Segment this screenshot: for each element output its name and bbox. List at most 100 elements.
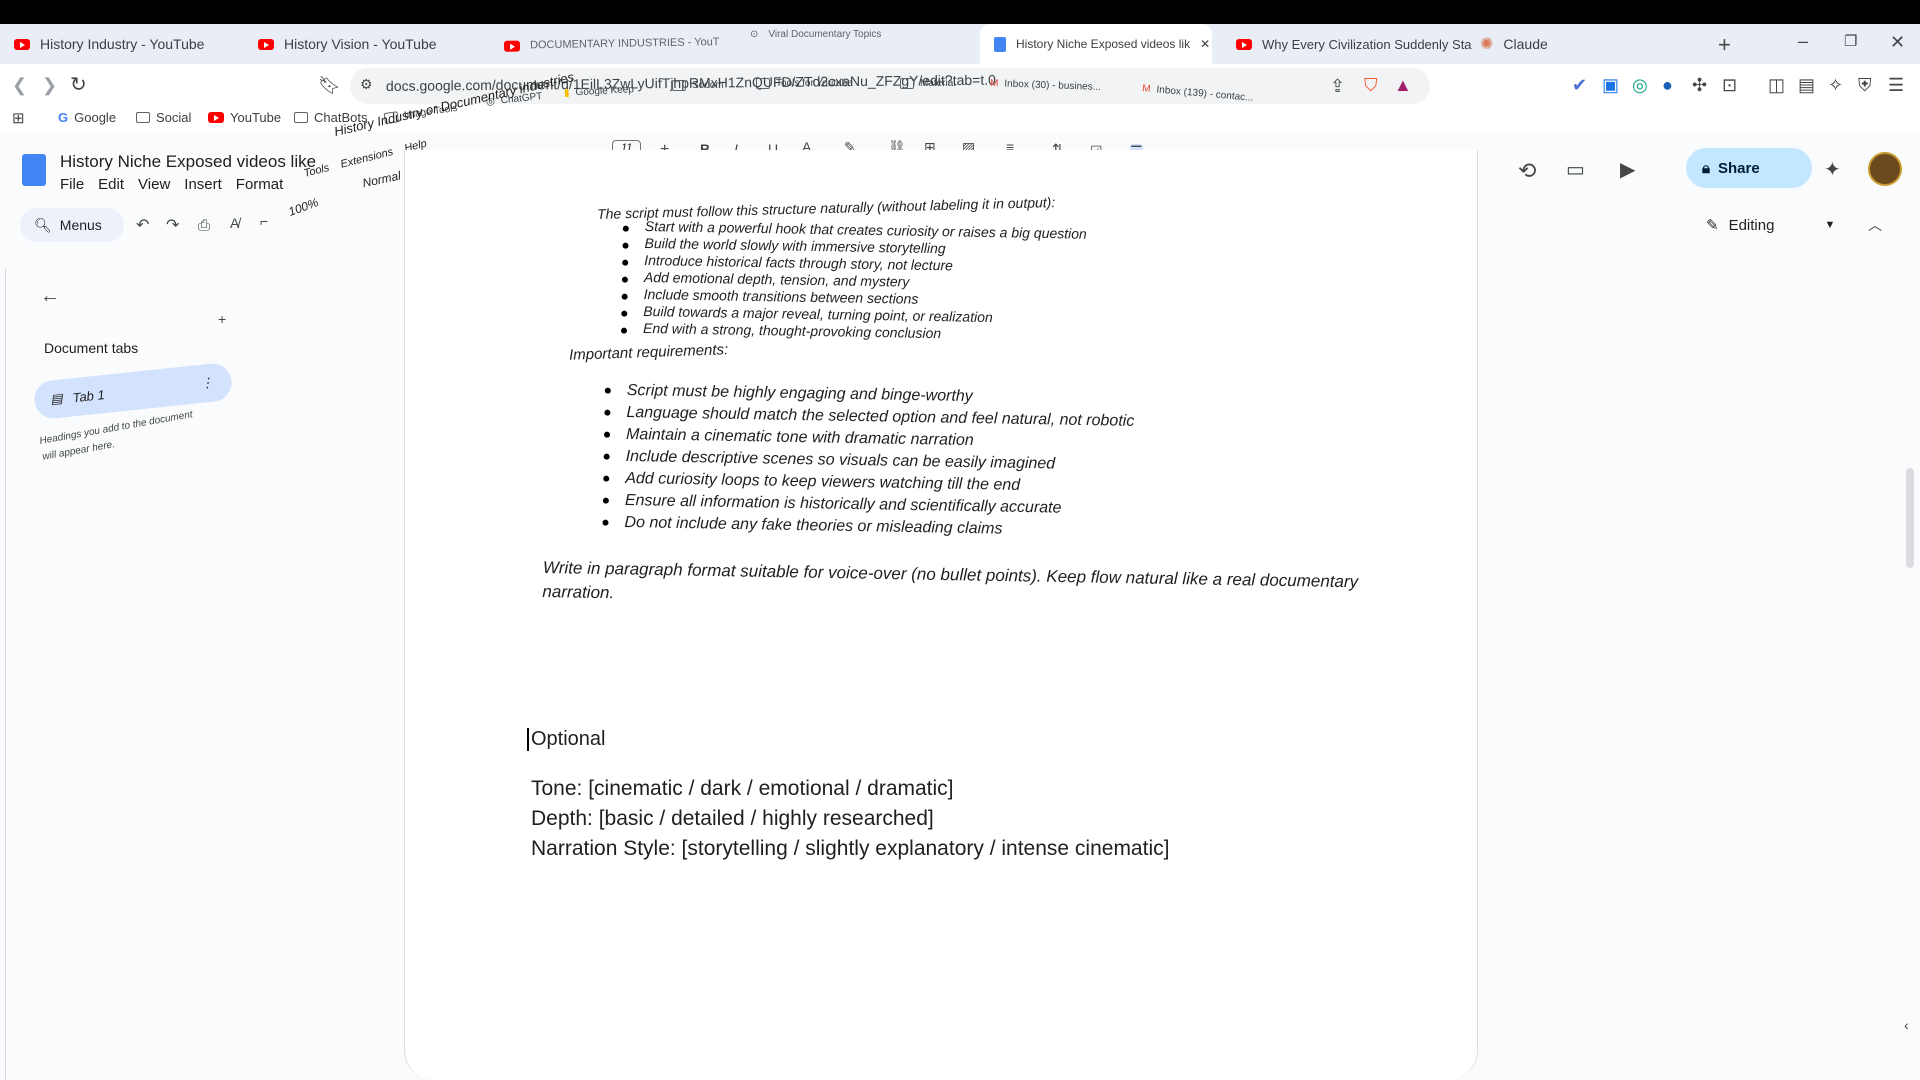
minimize-icon[interactable]: – [1798,32,1808,50]
back-arrow-icon[interactable]: ← [40,286,60,306]
bookmark-item[interactable]: YouTube [208,110,281,125]
search-menus[interactable]: 🔍︎ Menus [20,208,124,242]
globe-icon: ⊙ [750,28,759,40]
gemini-icon[interactable]: ✦ [1824,160,1841,180]
meet-icon[interactable]: ▶ [1620,160,1635,180]
close-tab-icon[interactable]: ✕ [1200,37,1210,51]
folder-icon [900,78,914,89]
menu-insert[interactable]: Insert [184,176,222,193]
scrollbar[interactable] [1906,468,1914,568]
zoom-select[interactable]: 100% [287,195,321,219]
menu-icon[interactable]: ☰ [1888,76,1904,94]
tone-option: Tone: [cinematic / dark / emotional / dr… [531,777,954,800]
browser-tab[interactable]: History Vision - YouTube [244,24,494,64]
brave-shield-icon[interactable]: ⛉ [1364,76,1378,94]
rewards-icon[interactable]: ▲ [1394,76,1412,94]
gmail-icon: M [1141,83,1152,95]
tab-title: History Vision - YouTube [284,36,437,52]
claude-icon: ✺ [1480,36,1494,53]
hide-menus-icon[interactable]: ︿ [1868,218,1882,232]
pencil-icon: ✎ [1706,217,1719,234]
browser-tab[interactable]: History Industry - YouTube [0,24,250,64]
options-block: Tone: [cinematic / dark / emotional / dr… [531,774,1169,864]
browser-tab-active[interactable]: History Niche Exposed videos lik ✕ [980,24,1212,64]
menu-bar: File Edit View Insert Format [60,176,283,193]
browser-tab-strip: History Industry - YouTube History Visio… [0,24,1920,64]
youtube-icon [258,38,274,50]
depth-option: Depth: [basic / detailed / highly resear… [531,807,934,830]
tab-options-icon[interactable]: ⋮ [200,375,215,392]
bookmark-item[interactable]: Social [136,110,191,125]
site-info-icon[interactable]: ⚙ [360,77,373,91]
extension-icon[interactable]: ▣ [1602,76,1619,94]
new-tab-icon[interactable]: + [1718,34,1731,56]
vpn-icon[interactable]: ⛨ [1858,76,1872,94]
tab-title: Why Every Civilization Suddenly Star [1262,36,1472,52]
editing-mode-select[interactable]: ✎ Editing ▼ [1706,216,1835,235]
browser-tab[interactable]: DOCUMENTARY INDUSTRIES - YouT [490,22,731,66]
comments-icon[interactable]: ▭ [1566,160,1585,180]
bookmark-item[interactable]: Material [900,78,956,89]
spellcheck-icon[interactable]: A̸ [230,216,239,230]
collapse-side-panel-icon[interactable]: ‹ [1904,1018,1909,1032]
paint-format-icon[interactable]: ⌐ [260,214,268,228]
back-icon[interactable]: ❮ [12,76,27,94]
youtube-icon [208,112,224,123]
menu-edit[interactable]: Edit [98,176,124,193]
lock-icon: 🔒︎ [1702,159,1710,177]
menu-file[interactable]: File [60,176,84,193]
extension-icon[interactable]: ● [1662,76,1673,94]
docs-icon [994,36,1006,52]
version-history-icon[interactable]: ⟲ [1518,160,1536,182]
extensions-puzzle-icon[interactable]: ✣ [1692,76,1707,94]
bookmark-item[interactable]: Tools for Youtube [756,78,853,89]
vertical-ruler[interactable] [0,268,6,1080]
tab-title: History Industry - YouTube [40,36,205,52]
browser-tab[interactable]: ⊙ Viral Documentary Topics [736,14,976,54]
structure-list: Start with a powerful hook that creates … [643,218,1087,345]
bookmarks-bar: ⊞ G Google Social YouTube ChatBots Image … [0,78,1920,132]
document-page[interactable]: The script must follow this structure na… [404,150,1478,1080]
share-button[interactable]: 🔒︎ Share [1686,148,1812,188]
bookmark-item[interactable]: Sooom [672,80,724,91]
tab-doc-icon: ▤ [49,390,64,407]
menu-view[interactable]: View [138,176,170,193]
folder-icon [756,78,770,89]
bookmark-item[interactable]: G Google [58,110,116,125]
reload-icon[interactable]: ↻ [70,75,87,95]
tab-title: Claude [1503,36,1548,52]
youtube-icon [503,40,521,52]
requirements-list: Script must be highly engaging and binge… [624,380,1135,543]
document-title[interactable]: History Niche Exposed videos like [60,152,316,172]
browser-tab[interactable]: ✺ Claude [1466,24,1706,64]
folder-icon [672,80,686,91]
leo-ai-icon[interactable]: ✧ [1828,76,1843,94]
folder-icon [136,112,150,123]
keep-icon: ▮ [563,87,570,99]
docs-logo-icon[interactable] [22,154,46,186]
share-page-icon[interactable]: ⇪ [1330,77,1345,95]
undo-icon[interactable]: ↶ [136,218,149,234]
add-tab-icon[interactable]: + [218,312,226,326]
forward-icon[interactable]: ❯ [42,76,57,94]
search-icon: 🔍︎ [34,216,52,233]
print-icon[interactable]: ⎙ [198,218,210,233]
folder-icon [294,112,308,123]
restore-icon[interactable]: ❐ [1844,34,1857,49]
apps-grid-icon[interactable]: ⊞ [12,111,25,126]
avatar[interactable] [1868,152,1902,186]
wallet-icon[interactable]: ▤ [1798,76,1815,94]
check-extension-icon[interactable]: ✔ [1572,76,1587,94]
screenshot-icon[interactable]: ⊡ [1722,76,1737,94]
sidebar-icon[interactable]: ◫ [1768,76,1785,94]
bookmark-icon[interactable]: 🔖︎ [318,76,341,94]
chatgpt-extension-icon[interactable]: ◎ [1632,76,1648,94]
menu-format[interactable]: Format [236,176,284,193]
close-window-icon[interactable]: ✕ [1890,33,1905,51]
menu-extensions[interactable]: Extensions [339,146,394,171]
tab-title: Viral Documentary Topics [768,28,882,40]
browser-tab[interactable]: Why Every Civilization Suddenly Star [1222,24,1472,64]
document-tab-item[interactable]: ▤ Tab 1 ⋮ [32,361,234,421]
redo-icon[interactable]: ↷ [166,218,179,234]
browser-toolbar: ❮ ❯ ↻ 🔖︎ ⚙ docs.google.com/document/d/1E… [0,64,1920,108]
